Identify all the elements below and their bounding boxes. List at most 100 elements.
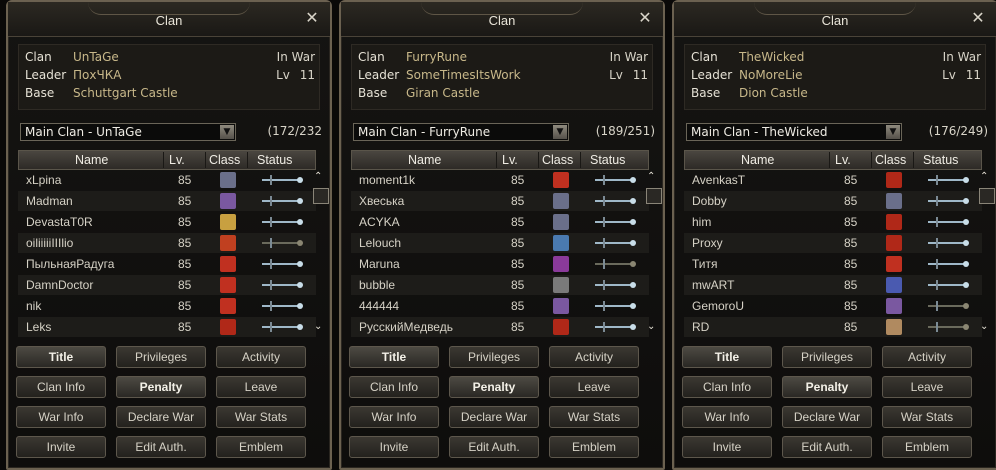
- edit-auth-button[interactable]: Edit Auth.: [116, 436, 206, 458]
- chevron-down-icon[interactable]: ▼: [886, 125, 900, 139]
- list-item[interactable]: bubble 85: [351, 275, 649, 295]
- list-item[interactable]: nik 85: [18, 296, 316, 316]
- list-item[interactable]: Maruna 85: [351, 254, 649, 274]
- war-stats-button[interactable]: War Stats: [216, 406, 306, 428]
- title-bar[interactable]: Clan ✕: [8, 2, 330, 37]
- emblem-button[interactable]: Emblem: [882, 436, 972, 458]
- list-item[interactable]: Proxy 85: [684, 233, 982, 253]
- column-header[interactable]: Class: [542, 153, 573, 167]
- column-header[interactable]: Status: [923, 153, 958, 167]
- war-info-button[interactable]: War Info: [349, 406, 439, 428]
- sword-icon: [262, 175, 303, 185]
- list-item[interactable]: RD 85: [684, 317, 982, 337]
- scrollbar-thumb[interactable]: [979, 188, 995, 204]
- activity-button[interactable]: Activity: [549, 346, 639, 368]
- leader-label: Leader: [691, 68, 733, 82]
- privileges-button[interactable]: Privileges: [116, 346, 206, 368]
- dropdown-value: Main Clan - FurryRune: [358, 125, 491, 139]
- clan-info-button[interactable]: Clan Info: [682, 376, 772, 398]
- column-header[interactable]: Class: [875, 153, 906, 167]
- member-level: 85: [844, 236, 858, 250]
- invite-button[interactable]: Invite: [349, 436, 439, 458]
- penalty-button[interactable]: Penalty: [782, 376, 872, 398]
- scroll-down-icon[interactable]: ⌄: [314, 322, 326, 332]
- list-item[interactable]: oiliiiiiIIIlio 85: [18, 233, 316, 253]
- column-header[interactable]: Status: [590, 153, 625, 167]
- column-header[interactable]: Lv.: [169, 153, 185, 167]
- leave-button[interactable]: Leave: [882, 376, 972, 398]
- declare-war-button[interactable]: Declare War: [449, 406, 539, 428]
- chevron-down-icon[interactable]: ▼: [220, 125, 234, 139]
- list-item[interactable]: РусскийМедведь 85: [351, 317, 649, 337]
- penalty-button[interactable]: Penalty: [116, 376, 206, 398]
- close-icon[interactable]: ✕: [970, 10, 986, 26]
- invite-button[interactable]: Invite: [16, 436, 106, 458]
- scroll-up-icon[interactable]: ⌃: [980, 172, 992, 182]
- privileges-button[interactable]: Privileges: [449, 346, 539, 368]
- list-item[interactable]: Lelouch 85: [351, 233, 649, 253]
- emblem-button[interactable]: Emblem: [216, 436, 306, 458]
- title-bar[interactable]: Clan ✕: [674, 2, 996, 37]
- title-button[interactable]: Title: [349, 346, 439, 368]
- declare-war-button[interactable]: Declare War: [782, 406, 872, 428]
- chevron-down-icon[interactable]: ▼: [553, 125, 567, 139]
- activity-button[interactable]: Activity: [882, 346, 972, 368]
- column-header[interactable]: Class: [209, 153, 240, 167]
- list-item[interactable]: Madman 85: [18, 191, 316, 211]
- war-stats-button[interactable]: War Stats: [549, 406, 639, 428]
- close-icon[interactable]: ✕: [304, 10, 320, 26]
- list-item[interactable]: 444444 85: [351, 296, 649, 316]
- edit-auth-button[interactable]: Edit Auth.: [782, 436, 872, 458]
- list-item[interactable]: Dobby 85: [684, 191, 982, 211]
- class-icon: [220, 277, 236, 293]
- scroll-down-icon[interactable]: ⌄: [980, 322, 992, 332]
- scroll-down-icon[interactable]: ⌄: [647, 322, 659, 332]
- list-item[interactable]: Leks 85: [18, 317, 316, 337]
- list-item[interactable]: him 85: [684, 212, 982, 232]
- clan-info-button[interactable]: Clan Info: [16, 376, 106, 398]
- list-item[interactable]: ПыльнаяРадуга 85: [18, 254, 316, 274]
- declare-war-button[interactable]: Declare War: [116, 406, 206, 428]
- list-item[interactable]: moment1k 85: [351, 170, 649, 190]
- penalty-button[interactable]: Penalty: [449, 376, 539, 398]
- emblem-button[interactable]: Emblem: [549, 436, 639, 458]
- war-info-button[interactable]: War Info: [16, 406, 106, 428]
- close-icon[interactable]: ✕: [637, 10, 653, 26]
- list-item[interactable]: xLpina 85: [18, 170, 316, 190]
- column-header[interactable]: Lv.: [835, 153, 851, 167]
- list-item[interactable]: mwART 85: [684, 275, 982, 295]
- scrollbar-thumb[interactable]: [313, 188, 329, 204]
- title-button[interactable]: Title: [16, 346, 106, 368]
- edit-auth-button[interactable]: Edit Auth.: [449, 436, 539, 458]
- leave-button[interactable]: Leave: [549, 376, 639, 398]
- title-button[interactable]: Title: [682, 346, 772, 368]
- invite-button[interactable]: Invite: [682, 436, 772, 458]
- sword-icon: [262, 301, 303, 311]
- column-header[interactable]: Lv.: [502, 153, 518, 167]
- title-bar[interactable]: Clan ✕: [341, 2, 663, 37]
- list-item[interactable]: Хвеська 85: [351, 191, 649, 211]
- column-header[interactable]: Name: [741, 153, 774, 167]
- list-item[interactable]: DevastaT0R 85: [18, 212, 316, 232]
- list-item[interactable]: GemoroU 85: [684, 296, 982, 316]
- scroll-up-icon[interactable]: ⌃: [647, 172, 659, 182]
- column-header[interactable]: Name: [408, 153, 441, 167]
- column-header[interactable]: Name: [75, 153, 108, 167]
- scrollbar-thumb[interactable]: [646, 188, 662, 204]
- member-level: 85: [511, 278, 525, 292]
- leave-button[interactable]: Leave: [216, 376, 306, 398]
- activity-button[interactable]: Activity: [216, 346, 306, 368]
- subclan-dropdown[interactable]: Main Clan - FurryRune ▼: [353, 123, 569, 141]
- war-stats-button[interactable]: War Stats: [882, 406, 972, 428]
- list-item[interactable]: Титя 85: [684, 254, 982, 274]
- list-item[interactable]: ACYKA 85: [351, 212, 649, 232]
- clan-info-button[interactable]: Clan Info: [349, 376, 439, 398]
- subclan-dropdown[interactable]: Main Clan - UnTaGe ▼: [20, 123, 236, 141]
- scroll-up-icon[interactable]: ⌃: [314, 172, 326, 182]
- war-info-button[interactable]: War Info: [682, 406, 772, 428]
- list-item[interactable]: AvenkasT 85: [684, 170, 982, 190]
- column-header[interactable]: Status: [257, 153, 292, 167]
- subclan-dropdown[interactable]: Main Clan - TheWicked ▼: [686, 123, 902, 141]
- privileges-button[interactable]: Privileges: [782, 346, 872, 368]
- list-item[interactable]: DamnDoctor 85: [18, 275, 316, 295]
